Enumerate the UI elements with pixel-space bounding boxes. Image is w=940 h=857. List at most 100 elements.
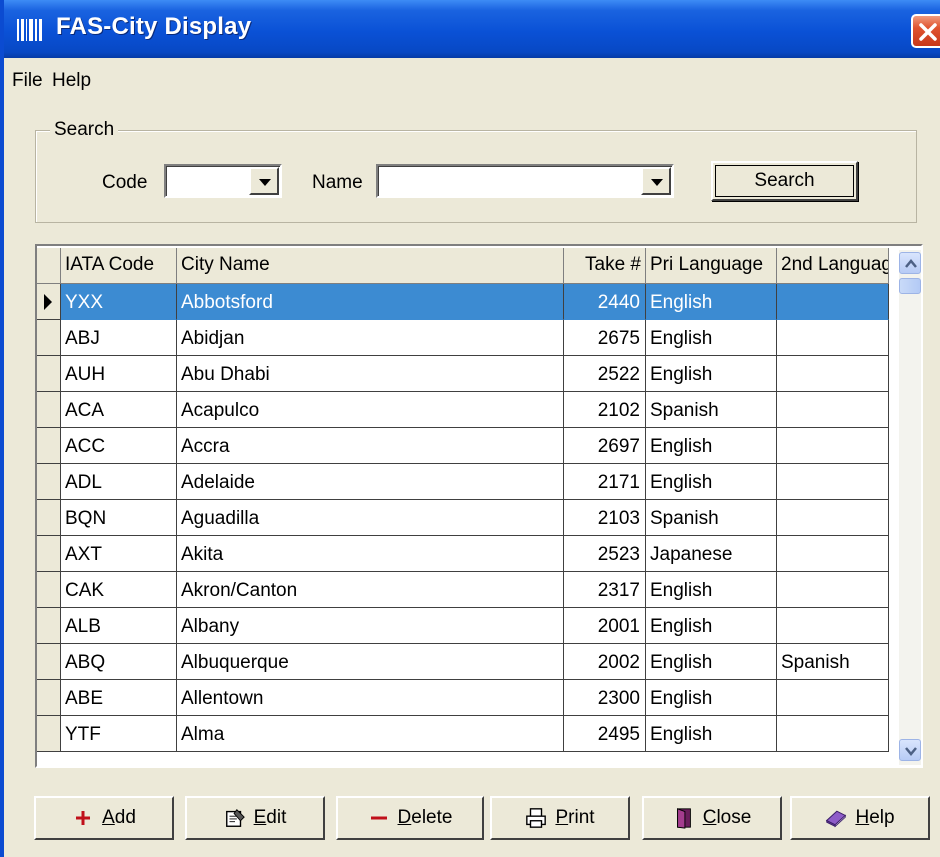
cell-iata[interactable]: ALB [61, 608, 177, 644]
header-city-name[interactable]: City Name [177, 248, 564, 284]
cell-city[interactable]: Aguadilla [177, 500, 564, 536]
close-button[interactable]: Close [642, 796, 782, 840]
table-row[interactable]: ACC Accra 2697 English [37, 428, 889, 464]
cell-pri[interactable]: English [646, 572, 777, 608]
cell-pri[interactable]: English [646, 356, 777, 392]
table-row[interactable]: YXX Abbotsford 2440 English [37, 284, 889, 320]
row-selector[interactable] [37, 500, 61, 536]
cell-pri[interactable]: English [646, 284, 777, 320]
edit-button[interactable]: Edit [185, 796, 325, 840]
row-selector[interactable] [37, 284, 61, 320]
row-selector[interactable] [37, 716, 61, 752]
cell-iata[interactable]: YXX [61, 284, 177, 320]
title-bar[interactable]: FAS-City Display [4, 0, 940, 58]
table-row[interactable]: ACA Acapulco 2102 Spanish [37, 392, 889, 428]
name-combobox[interactable] [376, 164, 674, 198]
cell-iata[interactable]: ABQ [61, 644, 177, 680]
cell-pri[interactable]: Spanish [646, 392, 777, 428]
row-selector[interactable] [37, 428, 61, 464]
row-selector[interactable] [37, 464, 61, 500]
row-selector[interactable] [37, 356, 61, 392]
cell-city[interactable]: Albany [177, 608, 564, 644]
cell-city[interactable]: Akita [177, 536, 564, 572]
table-row[interactable]: ABE Allentown 2300 English [37, 680, 889, 716]
cell-take[interactable]: 2495 [564, 716, 646, 752]
menu-file[interactable]: File [12, 70, 43, 92]
cell-city[interactable]: Akron/Canton [177, 572, 564, 608]
row-selector[interactable] [37, 572, 61, 608]
table-row[interactable]: ABJ Abidjan 2675 English [37, 320, 889, 356]
scroll-thumb[interactable] [899, 278, 921, 294]
cell-second[interactable] [777, 284, 889, 320]
table-row[interactable]: YTF Alma 2495 English [37, 716, 889, 752]
cell-second[interactable] [777, 464, 889, 500]
cell-take[interactable]: 2697 [564, 428, 646, 464]
header-2nd-language[interactable]: 2nd Language [777, 248, 889, 284]
cell-pri[interactable]: Spanish [646, 500, 777, 536]
cell-take[interactable]: 2522 [564, 356, 646, 392]
search-button[interactable]: Search [711, 161, 858, 201]
cell-pri[interactable]: English [646, 716, 777, 752]
add-button[interactable]: Add [34, 796, 174, 840]
cell-city[interactable]: Abidjan [177, 320, 564, 356]
row-selector[interactable] [37, 536, 61, 572]
header-take[interactable]: Take # [564, 248, 646, 284]
cell-take[interactable]: 2675 [564, 320, 646, 356]
cell-second[interactable] [777, 428, 889, 464]
vertical-scrollbar[interactable] [899, 250, 921, 765]
cell-city[interactable]: Acapulco [177, 392, 564, 428]
cell-iata[interactable]: YTF [61, 716, 177, 752]
cell-iata[interactable]: AXT [61, 536, 177, 572]
cell-second[interactable] [777, 572, 889, 608]
cell-city[interactable]: Accra [177, 428, 564, 464]
code-dropdown-button[interactable] [249, 167, 279, 195]
cell-second[interactable] [777, 680, 889, 716]
cell-second[interactable] [777, 500, 889, 536]
cell-city[interactable]: Abu Dhabi [177, 356, 564, 392]
cell-take[interactable]: 2300 [564, 680, 646, 716]
table-row[interactable]: ADL Adelaide 2171 English [37, 464, 889, 500]
scroll-down-button[interactable] [899, 739, 921, 761]
cell-second[interactable] [777, 320, 889, 356]
row-selector[interactable] [37, 608, 61, 644]
cell-iata[interactable]: ACA [61, 392, 177, 428]
cell-pri[interactable]: English [646, 464, 777, 500]
cell-pri[interactable]: Japanese [646, 536, 777, 572]
cell-city[interactable]: Alma [177, 716, 564, 752]
cell-second[interactable] [777, 536, 889, 572]
table-row[interactable]: CAK Akron/Canton 2317 English [37, 572, 889, 608]
cell-pri[interactable]: English [646, 680, 777, 716]
cell-take[interactable]: 2523 [564, 536, 646, 572]
cell-take[interactable]: 2001 [564, 608, 646, 644]
cell-pri[interactable]: English [646, 608, 777, 644]
cell-iata[interactable]: ABE [61, 680, 177, 716]
name-dropdown-button[interactable] [641, 167, 671, 195]
cell-iata[interactable]: ABJ [61, 320, 177, 356]
cell-take[interactable]: 2002 [564, 644, 646, 680]
table-row[interactable]: ALB Albany 2001 English [37, 608, 889, 644]
code-combobox[interactable] [164, 164, 282, 198]
cell-second[interactable] [777, 716, 889, 752]
cell-second[interactable] [777, 608, 889, 644]
cell-pri[interactable]: English [646, 320, 777, 356]
cell-take[interactable]: 2103 [564, 500, 646, 536]
cell-second[interactable] [777, 392, 889, 428]
cell-take[interactable]: 2317 [564, 572, 646, 608]
table-row[interactable]: AUH Abu Dhabi 2522 English [37, 356, 889, 392]
row-selector[interactable] [37, 320, 61, 356]
window-close-button[interactable] [911, 14, 940, 48]
cell-city[interactable]: Allentown [177, 680, 564, 716]
cell-take[interactable]: 2440 [564, 284, 646, 320]
table-row[interactable]: AXT Akita 2523 Japanese [37, 536, 889, 572]
row-selector[interactable] [37, 680, 61, 716]
header-iata-code[interactable]: IATA Code [61, 248, 177, 284]
cell-city[interactable]: Adelaide [177, 464, 564, 500]
cell-city[interactable]: Abbotsford [177, 284, 564, 320]
cell-iata[interactable]: ACC [61, 428, 177, 464]
cell-iata[interactable]: BQN [61, 500, 177, 536]
cell-iata[interactable]: AUH [61, 356, 177, 392]
row-selector[interactable] [37, 392, 61, 428]
print-button[interactable]: Print [490, 796, 630, 840]
cell-take[interactable]: 2102 [564, 392, 646, 428]
help-button[interactable]: Help [790, 796, 930, 840]
